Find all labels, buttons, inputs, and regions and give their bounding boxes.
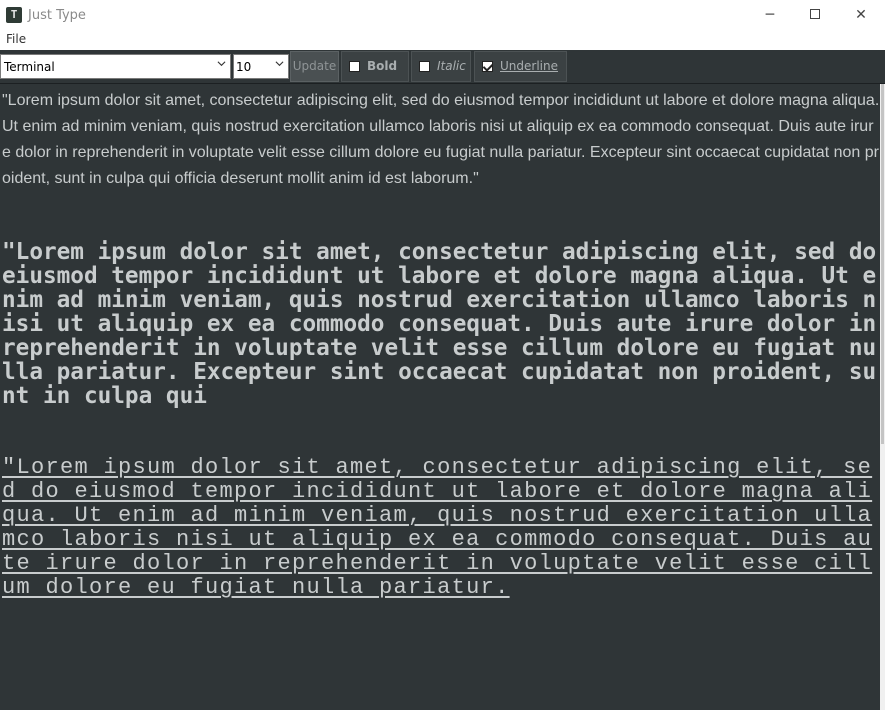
vertical-scrollbar[interactable]	[880, 84, 885, 710]
bold-label: Bold	[367, 59, 398, 73]
italic-label: Italic	[437, 59, 466, 73]
underline-label: Underline	[500, 59, 558, 73]
maximize-button[interactable]	[792, 0, 838, 30]
font-family-value: Terminal	[4, 60, 55, 74]
bold-toggle[interactable]: Bold	[341, 51, 409, 82]
italic-checkbox[interactable]	[419, 61, 430, 72]
minimize-button[interactable]: ─	[747, 0, 793, 30]
bold-checkbox[interactable]	[349, 61, 360, 72]
menu-file[interactable]: File	[6, 32, 26, 46]
font-family-select[interactable]: Terminal	[0, 54, 231, 79]
paragraph-underline-mono: "Lorem ipsum dolor sit amet, consectetur…	[2, 455, 873, 600]
maximize-icon	[810, 9, 820, 19]
paragraph-bold-mono: "Lorem ipsum dolor sit amet, consectetur…	[2, 239, 877, 409]
scrollbar-thumb[interactable]	[881, 84, 884, 444]
update-button[interactable]: Update	[290, 51, 339, 82]
underline-checkbox[interactable]	[482, 61, 493, 72]
font-size-value: 10	[236, 60, 252, 74]
underline-toggle[interactable]: Underline	[474, 51, 567, 82]
chevron-down-icon	[275, 61, 284, 67]
window-title: Just Type	[28, 8, 86, 23]
menu-bar: File	[0, 30, 885, 50]
app-icon: T	[6, 7, 22, 23]
close-button[interactable]: ✕	[838, 0, 884, 30]
paragraph-regular: "Lorem ipsum dolor sit amet, consectetur…	[2, 92, 880, 187]
chevron-down-icon	[217, 61, 226, 67]
text-editor[interactable]: "Lorem ipsum dolor sit amet, consectetur…	[0, 84, 880, 710]
italic-toggle[interactable]: Italic	[411, 51, 471, 82]
font-size-select[interactable]: 10	[233, 54, 289, 79]
toolbar: Terminal 10 Update Bold Italic Underline	[0, 50, 885, 84]
title-bar: T Just Type ─ ✕	[0, 0, 885, 30]
